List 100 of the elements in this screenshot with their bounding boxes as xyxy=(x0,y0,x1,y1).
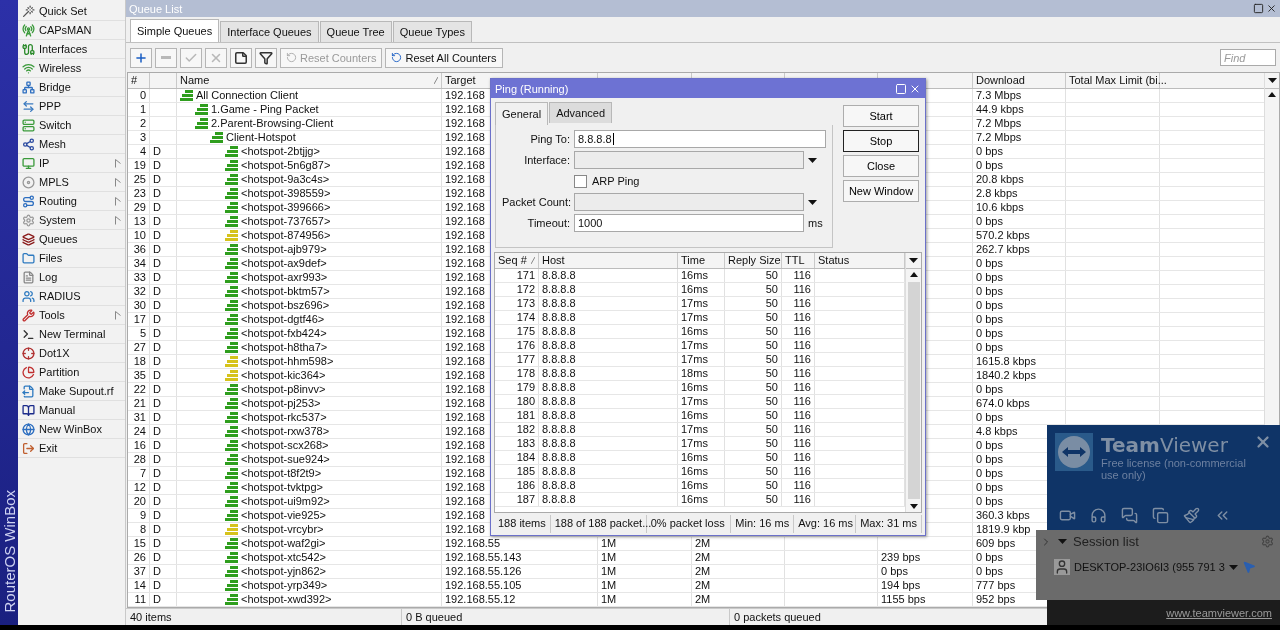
column-header[interactable]: Status xyxy=(818,254,850,267)
column-header[interactable]: Reply Size xyxy=(728,254,781,267)
menu-item[interactable]: PPP xyxy=(18,97,125,116)
menu-item[interactable]: Exit xyxy=(18,439,125,458)
menu-item[interactable]: Routing xyxy=(18,192,125,211)
table-cell: 192.168 xyxy=(445,397,485,410)
checkbox[interactable] xyxy=(574,174,587,188)
menu-item[interactable]: Quick Set xyxy=(18,2,125,21)
column-header[interactable]: Total Max Limit (bi... xyxy=(1069,74,1167,87)
close-icon[interactable] xyxy=(1266,3,1277,14)
comment-button[interactable] xyxy=(230,47,252,68)
scroll-thumb[interactable] xyxy=(907,282,920,499)
window-title: Ping (Running) xyxy=(495,82,569,95)
table-cell: 14 xyxy=(133,579,146,592)
table-cell: 32 xyxy=(133,285,146,298)
maximize-icon[interactable] xyxy=(1253,3,1264,14)
tab[interactable]: Queue Types xyxy=(392,21,472,42)
menu-item[interactable]: New Terminal xyxy=(18,325,125,344)
table-cell: 192.168 xyxy=(445,341,485,354)
brush-icon[interactable] xyxy=(1183,507,1200,524)
headset-icon[interactable] xyxy=(1090,507,1107,524)
column-header[interactable]: TTL xyxy=(785,254,805,267)
menu-item[interactable]: System xyxy=(18,211,125,230)
menu-item[interactable]: MPLS xyxy=(18,173,125,192)
tab[interactable]: Simple Queues xyxy=(130,19,220,42)
table-cell: 50 xyxy=(765,493,778,506)
menu-item[interactable]: Partition xyxy=(18,363,125,382)
column-header[interactable]: Target xyxy=(445,74,476,87)
menu-item[interactable]: Make Supout.rf xyxy=(18,382,125,401)
column-header[interactable]: Seq # xyxy=(498,254,527,267)
menu-item[interactable]: Mesh xyxy=(18,135,125,154)
tab[interactable]: Interface Queues xyxy=(220,21,319,42)
menu-item[interactable]: Queues xyxy=(18,230,125,249)
menu-item[interactable]: New WinBox xyxy=(18,420,125,439)
dialog-button[interactable]: Start xyxy=(843,105,919,127)
chat-icon[interactable] xyxy=(1121,507,1138,524)
table-cell: 192.168 xyxy=(445,425,485,438)
table-cell: 50 xyxy=(765,395,778,408)
tab[interactable]: Advanced xyxy=(549,102,613,123)
table-cell: 192.168.55.105 xyxy=(445,579,522,592)
menu-item[interactable]: Dot1X xyxy=(18,344,125,363)
table-cell: 36 xyxy=(133,243,146,256)
minus-icon xyxy=(161,56,171,59)
menu-item[interactable]: Manual xyxy=(18,401,125,420)
input-field[interactable]: 1000 xyxy=(574,214,804,232)
session-name[interactable]: DESKTOP-23IO6I3 (955 791 3 xyxy=(1074,561,1225,573)
search-field[interactable]: Find xyxy=(1220,49,1276,66)
menu-item[interactable]: CAPsMAN xyxy=(18,21,125,40)
table-cell: 192.168 xyxy=(445,215,485,228)
table-cell: 8.8.8.8 xyxy=(542,465,576,478)
column-header[interactable]: Name xyxy=(180,74,210,87)
arrows-icon xyxy=(22,99,35,113)
column-header[interactable]: Host xyxy=(542,254,565,267)
dialog-button[interactable]: New Window xyxy=(843,180,919,202)
column-header[interactable]: Time xyxy=(681,254,706,267)
tab[interactable]: General xyxy=(495,102,549,125)
menu-item[interactable]: RADIUS xyxy=(18,287,125,306)
table-cell: 0 bps xyxy=(976,453,1003,466)
menu-item[interactable]: Log xyxy=(18,268,125,287)
table-cell: 50 xyxy=(765,381,778,394)
dialog-button[interactable]: Close xyxy=(843,155,919,177)
scroll-up-icon[interactable] xyxy=(1268,92,1276,100)
tab[interactable]: Queue Tree xyxy=(319,21,392,42)
menu-item[interactable]: Switch xyxy=(18,116,125,135)
menu-item[interactable]: IP xyxy=(18,154,125,173)
menu-item[interactable]: Tools xyxy=(18,306,125,325)
table-cell: 17ms xyxy=(681,311,708,324)
dropdown-arrow-icon[interactable] xyxy=(808,157,817,163)
files-icon[interactable] xyxy=(1152,507,1169,524)
caret-icon[interactable] xyxy=(1058,539,1067,544)
table-cell: 192.168 xyxy=(445,383,485,396)
cable-icon xyxy=(22,42,35,56)
column-header[interactable]: Download xyxy=(976,74,1025,87)
close-icon[interactable] xyxy=(1254,433,1272,451)
table-cell: 2 xyxy=(139,117,146,130)
filter-icon xyxy=(259,50,273,65)
table-cell: 192.168 xyxy=(445,411,485,424)
input-field[interactable]: 8.8.8.8 xyxy=(574,130,826,148)
reset-button[interactable]: Reset All Counters xyxy=(385,47,503,68)
website-link[interactable]: www.teamviewer.com xyxy=(1166,606,1272,619)
column-header[interactable]: # xyxy=(131,74,138,87)
table-cell: 8.8.8.8 xyxy=(542,423,576,436)
table-cell: 175 xyxy=(516,325,535,338)
dropdown-arrow-icon[interactable] xyxy=(808,199,817,205)
dropdown-field[interactable] xyxy=(574,151,804,169)
dialog-button[interactable]: Stop xyxy=(843,130,919,152)
table-cell: 2M xyxy=(695,593,711,606)
note-icon xyxy=(234,50,248,65)
dropdown-field[interactable] xyxy=(574,193,804,211)
table-cell: D xyxy=(153,145,161,158)
table-cell: D xyxy=(153,201,161,214)
table-cell: 186 xyxy=(516,479,535,492)
add-button[interactable] xyxy=(130,47,152,68)
filter-button[interactable] xyxy=(255,47,277,68)
menu-item[interactable]: Files xyxy=(18,249,125,268)
menu-item[interactable]: Wireless xyxy=(18,59,125,78)
column-menu-icon[interactable] xyxy=(1267,78,1277,83)
menu-item[interactable]: Bridge xyxy=(18,78,125,97)
table-cell: 30 xyxy=(133,299,146,312)
menu-item[interactable]: Interfaces xyxy=(18,40,125,59)
